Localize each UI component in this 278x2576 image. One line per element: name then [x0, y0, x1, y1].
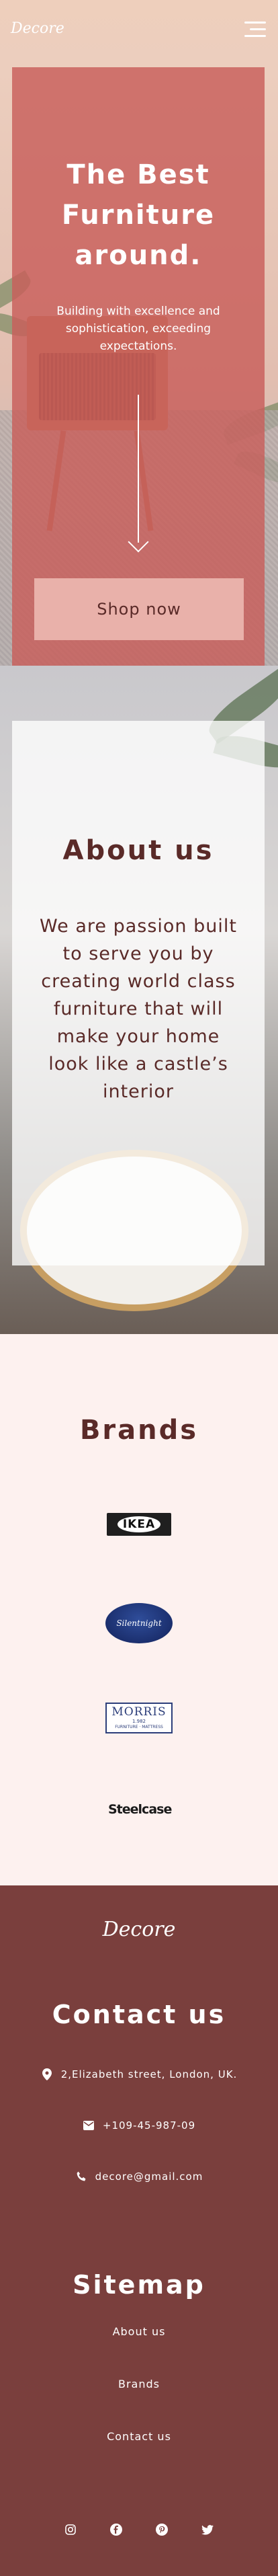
- hero-title-line: around.: [75, 240, 202, 271]
- brand-logo-subtext: 1.982: [132, 1719, 146, 1724]
- location-pin-icon: [41, 2068, 53, 2080]
- hero-subtitle: Building with excellence and sophisticat…: [56, 305, 220, 353]
- brand-logo-text: Steelcase: [108, 1802, 172, 1817]
- contact-phone-text: +109-45-987-09: [102, 2119, 196, 2132]
- contact-address: 2,Elizabeth street, London, UK.: [0, 2068, 278, 2080]
- about-title: About us: [62, 835, 214, 866]
- shop-now-button[interactable]: Shop now: [34, 578, 244, 640]
- brand-logo-text: Silentnight: [116, 1618, 162, 1628]
- footer: Decore Contact us 2,Elizabeth street, Lo…: [0, 1885, 278, 2576]
- contact-title: Contact us: [52, 2000, 226, 2029]
- brands-title: Brands: [79, 1415, 199, 1446]
- hero-title: The Best Furniture around.: [12, 155, 265, 276]
- hero-section: The Best Furniture around. Building with…: [0, 0, 278, 666]
- sitemap-link-contact[interactable]: Contact us: [0, 2430, 278, 2443]
- envelope-icon: [83, 2119, 95, 2132]
- hamburger-menu-icon[interactable]: [244, 22, 266, 38]
- about-text: We are passion built to serve you by cre…: [40, 916, 237, 1102]
- brands-section: Brands IKEA Silentnight MORRIS 1.982 FUR…: [0, 1334, 278, 1885]
- phone-icon: [75, 2171, 87, 2183]
- brand-logo-subtext: FURNITURE · MATTRESS: [115, 1725, 163, 1729]
- hero-title-line: The Best: [66, 159, 210, 190]
- facebook-icon[interactable]: [109, 2523, 123, 2536]
- contact-address-text: 2,Elizabeth street, London, UK.: [60, 2068, 238, 2080]
- hero-title-line: Furniture: [61, 200, 216, 231]
- brand-logo-ikea[interactable]: IKEA: [107, 1513, 171, 1536]
- hero-overlay-panel: The Best Furniture around. Building with…: [12, 67, 265, 666]
- contact-email[interactable]: decore@gmail.com: [0, 2171, 278, 2183]
- contact-phone[interactable]: +109-45-987-09: [0, 2119, 278, 2132]
- sitemap-link-about[interactable]: About us: [0, 2325, 278, 2338]
- social-links: [0, 2523, 278, 2536]
- brand-logo-morris[interactable]: MORRIS 1.982 FURNITURE · MATTRESS: [105, 1703, 173, 1733]
- brand-logo-silentnight[interactable]: Silentnight: [105, 1603, 173, 1643]
- brand-logo-text: IKEA: [117, 1516, 161, 1532]
- contact-email-text: decore@gmail.com: [95, 2171, 203, 2183]
- about-panel: About us We are passion built to serve y…: [12, 721, 265, 1265]
- sitemap-title: Sitemap: [73, 2270, 205, 2300]
- pinterest-icon[interactable]: [155, 2523, 169, 2536]
- sitemap-link-brands[interactable]: Brands: [0, 2378, 278, 2390]
- brand-logo-text: MORRIS: [111, 1705, 167, 1719]
- site-logo[interactable]: Decore: [11, 20, 64, 37]
- about-section: About us We are passion built to serve y…: [0, 666, 278, 1334]
- footer-logo[interactable]: Decore: [0, 1918, 278, 1941]
- twitter-icon[interactable]: [201, 2523, 214, 2536]
- instagram-icon[interactable]: [64, 2523, 77, 2536]
- brand-logo-steelcase[interactable]: Steelcase: [108, 1802, 172, 1817]
